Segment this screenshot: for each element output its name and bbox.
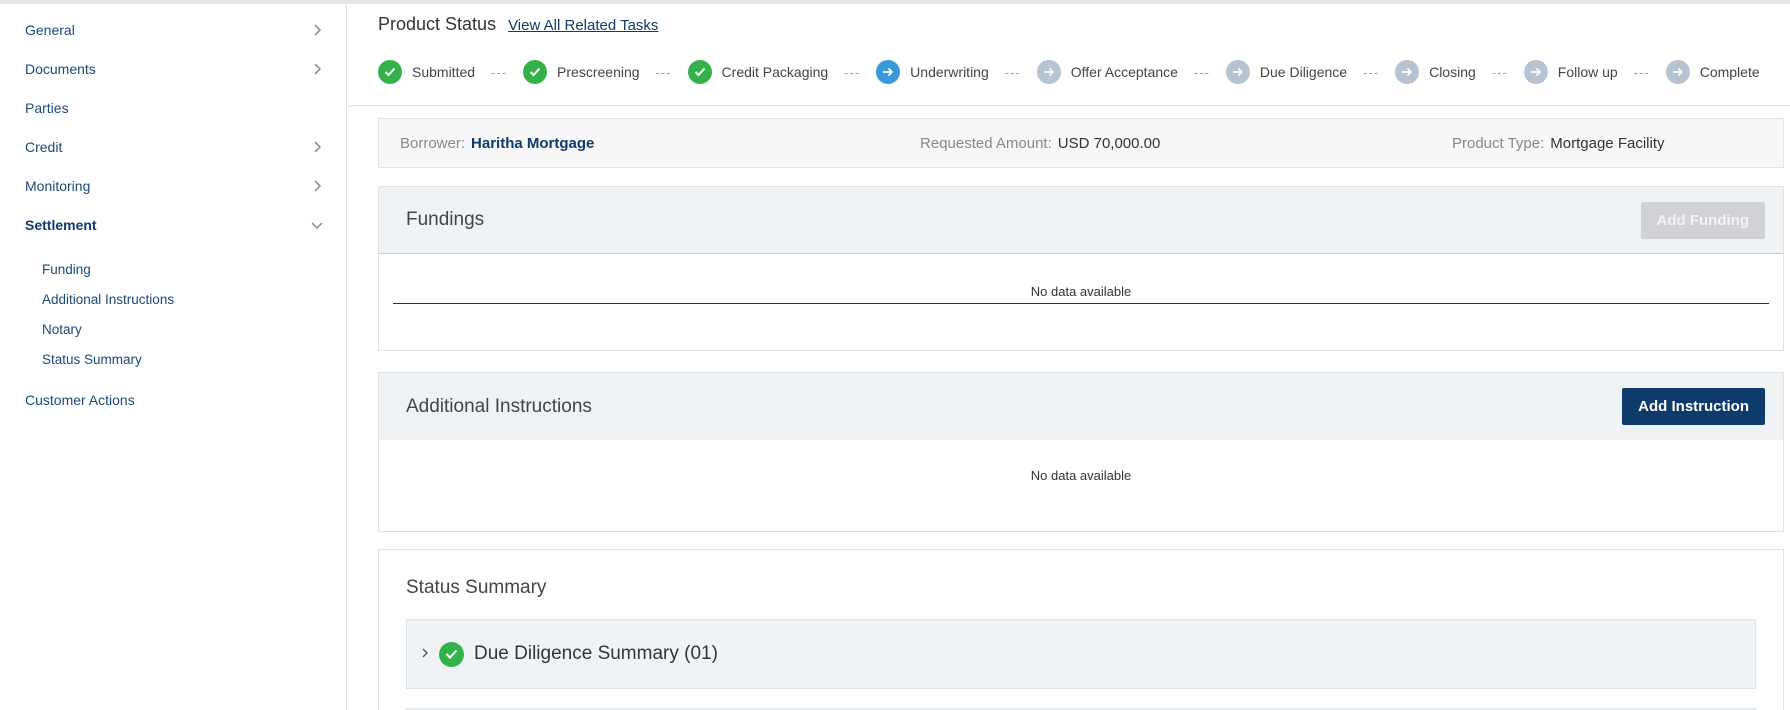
view-related-tasks-link[interactable]: View All Related Tasks xyxy=(508,17,658,34)
sidebar-subitem-notary[interactable]: Notary xyxy=(42,317,82,341)
step-separator: --- xyxy=(1491,64,1508,80)
borrower-info: Borrower: Haritha Mortgage xyxy=(400,119,594,167)
product-status-header: Product Status View All Related Tasks xyxy=(378,14,658,35)
sidebar-subitem-status-summary[interactable]: Status Summary xyxy=(42,347,142,371)
step-separator: --- xyxy=(1633,64,1650,80)
status-stepper: Submitted --- Prescreening --- Credit Packag… xyxy=(378,60,1760,84)
requested-amount-value: USD 70,000.00 xyxy=(1057,134,1161,152)
borrower-link[interactable]: Haritha Mortgage xyxy=(471,135,594,152)
borrower-label: Borrower: xyxy=(400,134,466,152)
step-due-diligence: Due Diligence xyxy=(1225,60,1348,84)
product-type-value: Mortgage Facility xyxy=(1550,134,1665,152)
fundings-header: Fundings Add Funding xyxy=(379,187,1783,254)
sidebar-item-label: Monitoring xyxy=(25,178,91,194)
step-label: Offer Acceptance xyxy=(1070,64,1178,80)
chevron-right-icon xyxy=(309,61,325,77)
step-follow-up: Follow up xyxy=(1523,60,1618,84)
fundings-empty-text: No data available xyxy=(1030,284,1132,299)
step-separator: --- xyxy=(1363,64,1380,80)
step-label: Follow up xyxy=(1557,64,1618,80)
step-label: Due Diligence xyxy=(1259,64,1348,80)
check-icon xyxy=(523,60,548,84)
sidebar: General Documents Parties Credit Monitor… xyxy=(0,4,347,710)
sidebar-item-documents[interactable]: Documents xyxy=(25,54,325,84)
sidebar-item-credit[interactable]: Credit xyxy=(25,132,325,162)
accordion-title: Due Diligence Summary (01) xyxy=(474,643,718,664)
check-icon xyxy=(687,60,712,84)
fundings-title: Fundings xyxy=(406,209,485,230)
sidebar-item-parties[interactable]: Parties xyxy=(25,93,325,123)
sidebar-item-label: Customer Actions xyxy=(25,392,135,408)
requested-amount-info: Requested Amount: USD 70,000.00 xyxy=(920,119,1160,167)
arrow-right-icon xyxy=(1665,60,1690,84)
check-icon xyxy=(439,641,464,667)
step-complete: Complete xyxy=(1665,60,1760,84)
chevron-right-icon xyxy=(309,178,325,194)
step-credit-packaging: Credit Packaging xyxy=(687,60,829,84)
step-label: Submitted xyxy=(412,64,476,80)
table-divider xyxy=(393,303,1769,304)
chevron-right-icon xyxy=(421,646,429,662)
arrow-right-icon xyxy=(1225,60,1250,84)
additional-instructions-title: Additional Instructions xyxy=(406,395,592,417)
divider xyxy=(348,105,1790,106)
sidebar-item-label: Documents xyxy=(25,61,96,77)
step-label: Credit Packaging xyxy=(721,64,829,80)
arrow-right-icon xyxy=(876,60,901,84)
step-prescreening: Prescreening xyxy=(523,60,640,84)
add-instruction-button[interactable]: Add Instruction xyxy=(1622,388,1765,425)
product-type-label: Product Type: xyxy=(1452,134,1545,152)
requested-amount-label: Requested Amount: xyxy=(920,134,1052,152)
sidebar-subitem-funding[interactable]: Funding xyxy=(42,257,91,281)
chevron-right-icon xyxy=(309,22,325,38)
sidebar-subitem-additional-instructions[interactable]: Additional Instructions xyxy=(42,287,174,311)
sidebar-item-label: Credit xyxy=(25,139,63,155)
additional-instructions-panel: Additional Instructions Add Instruction … xyxy=(378,372,1784,532)
step-closing: Closing xyxy=(1395,60,1476,84)
sidebar-item-label: Parties xyxy=(25,100,69,116)
arrow-right-icon xyxy=(1036,60,1061,84)
check-icon xyxy=(378,60,402,84)
step-label: Prescreening xyxy=(557,64,640,80)
arrow-right-icon xyxy=(1395,60,1420,84)
step-submitted: Submitted xyxy=(378,60,475,84)
step-separator: --- xyxy=(1193,64,1210,80)
main-content: Product Status View All Related Tasks Su… xyxy=(348,4,1790,710)
step-underwriting: Underwriting xyxy=(876,60,989,84)
page-title: Product Status xyxy=(378,14,497,34)
additional-instructions-header: Additional Instructions Add Instruction xyxy=(379,373,1783,440)
fundings-panel: Fundings Add Funding No data available xyxy=(378,186,1784,351)
step-separator: --- xyxy=(491,64,508,80)
step-label: Underwriting xyxy=(910,64,989,80)
instructions-empty-text: No data available xyxy=(1030,468,1132,483)
chevron-right-icon xyxy=(309,139,325,155)
sidebar-item-label: General xyxy=(25,22,75,38)
status-summary-panel: Status Summary Due Diligence Summary (01… xyxy=(378,549,1784,710)
status-summary-title: Status Summary xyxy=(406,577,547,598)
product-info-bar: Borrower: Haritha Mortgage Requested Amo… xyxy=(378,118,1784,168)
product-type-info: Product Type: Mortgage Facility xyxy=(1452,119,1665,167)
due-diligence-summary-accordion[interactable]: Due Diligence Summary (01) xyxy=(406,619,1756,689)
step-label: Complete xyxy=(1699,64,1760,80)
sidebar-item-customer-actions[interactable]: Customer Actions xyxy=(25,385,325,415)
step-separator: --- xyxy=(655,64,672,80)
chevron-down-icon xyxy=(309,217,325,233)
add-funding-button[interactable]: Add Funding xyxy=(1640,202,1765,239)
step-offer-acceptance: Offer Acceptance xyxy=(1036,60,1178,84)
step-label: Closing xyxy=(1429,64,1476,80)
sidebar-item-general[interactable]: General xyxy=(25,15,325,45)
sidebar-item-monitoring[interactable]: Monitoring xyxy=(25,171,325,201)
arrow-right-icon xyxy=(1523,60,1548,84)
step-separator: --- xyxy=(1004,64,1021,80)
step-separator: --- xyxy=(844,64,861,80)
sidebar-item-settlement[interactable]: Settlement xyxy=(25,210,325,240)
sidebar-item-label: Settlement xyxy=(25,217,97,233)
